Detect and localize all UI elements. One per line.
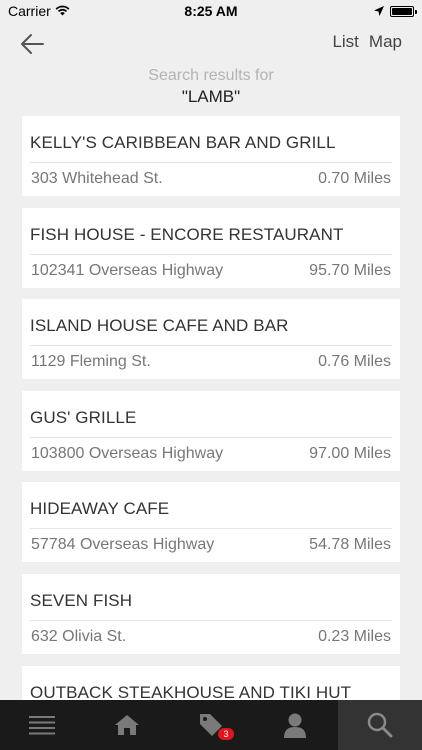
tab-bar: 3 — [0, 700, 422, 750]
list-button[interactable]: List — [332, 32, 358, 52]
result-distance: 97.00 Miles — [309, 444, 391, 462]
result-address: 102341 Overseas Highway — [31, 261, 224, 279]
result-card[interactable]: FISH HOUSE - ENCORE RESTAURANT 102341 Ov… — [22, 207, 400, 288]
status-bar: Carrier 8:25 AM — [0, 0, 422, 22]
status-left: Carrier — [8, 3, 70, 19]
view-toggle: List Map — [332, 32, 402, 52]
menu-icon — [29, 716, 56, 735]
result-address: 103800 Overseas Highway — [31, 444, 224, 462]
result-card[interactable]: ISLAND HOUSE CAFE AND BAR 1129 Fleming S… — [22, 299, 400, 380]
tag-badge: 3 — [218, 728, 235, 740]
search-icon — [367, 712, 393, 738]
result-card[interactable]: SEVEN FISH 632 Olivia St. 0.23 Miles — [22, 573, 400, 654]
result-distance: 0.23 Miles — [318, 627, 391, 645]
result-divider — [30, 528, 392, 530]
result-card[interactable]: OUTBACK STEAKHOUSE AND TIKI HUT — [22, 665, 400, 700]
result-card[interactable]: KELLY'S CARIBBEAN BAR AND GRILL 303 Whit… — [22, 116, 400, 196]
result-name: OUTBACK STEAKHOUSE AND TIKI HUT — [30, 682, 352, 700]
home-icon — [114, 715, 139, 735]
battery-icon — [390, 5, 417, 17]
wifi-icon — [55, 3, 70, 19]
result-divider — [30, 345, 392, 347]
result-distance: 54.78 Miles — [309, 536, 391, 554]
search-header: Search results for "LAMB" — [0, 66, 422, 108]
search-term: "LAMB" — [181, 87, 241, 106]
result-name: KELLY'S CARIBBEAN BAR AND GRILL — [30, 133, 336, 152]
result-address: 1129 Fleming St. — [31, 353, 151, 371]
tab-deals[interactable]: 3 — [169, 700, 253, 750]
result-name: FISH HOUSE - ENCORE RESTAURANT — [30, 224, 344, 244]
result-distance: 0.76 Miles — [318, 353, 391, 371]
location-arrow-icon — [374, 3, 384, 19]
status-right — [374, 3, 417, 19]
search-caption: Search results for — [148, 67, 274, 84]
result-distance: 95.70 Miles — [309, 261, 391, 279]
result-divider — [30, 253, 392, 255]
result-name: GUS' GRILLE — [30, 407, 137, 427]
carrier-label: Carrier — [8, 3, 51, 19]
nav-bar: List Map — [0, 22, 422, 66]
result-address: 57784 Overseas Highway — [31, 536, 215, 554]
result-name: HIDEAWAY CAFE — [30, 499, 170, 519]
result-name: ISLAND HOUSE CAFE AND BAR — [30, 316, 289, 336]
tab-home[interactable] — [84, 700, 168, 750]
result-distance: 0.70 Miles — [318, 170, 391, 187]
tab-menu[interactable] — [0, 700, 84, 750]
battery-fill — [392, 7, 412, 15]
tab-profile[interactable] — [253, 700, 337, 750]
result-divider — [30, 619, 392, 621]
back-button[interactable] — [14, 26, 50, 62]
result-divider — [30, 162, 392, 163]
result-divider — [30, 436, 392, 438]
back-arrow-icon — [21, 34, 44, 54]
result-name: SEVEN FISH — [30, 590, 133, 610]
results-list: KELLY'S CARIBBEAN BAR AND GRILL 303 Whit… — [22, 116, 400, 700]
tab-search[interactable] — [337, 700, 422, 750]
result-address: 632 Olivia St. — [31, 627, 127, 645]
result-card[interactable]: HIDEAWAY CAFE 57784 Overseas Highway 54.… — [22, 482, 400, 563]
result-card[interactable]: GUS' GRILLE 103800 Overseas Highway 97.0… — [22, 390, 400, 471]
profile-icon — [284, 713, 307, 738]
result-address: 303 Whitehead St. — [31, 170, 163, 187]
map-button[interactable]: Map — [369, 32, 402, 52]
screen: Carrier 8:25 AM List Map Search results … — [0, 0, 422, 750]
